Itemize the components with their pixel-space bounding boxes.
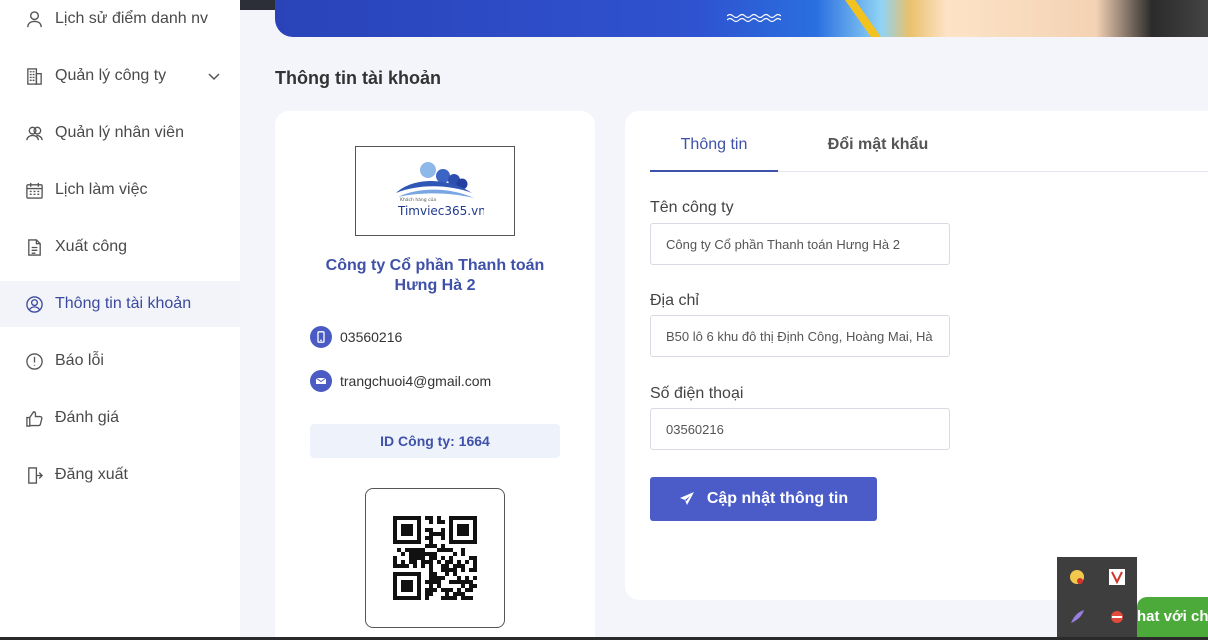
sidebar-item-label: Đánh giá (55, 409, 120, 426)
profile-card: Khách hàng của Timviec365.vn Công ty Cổ … (275, 111, 595, 640)
logout-icon (24, 465, 44, 485)
sidebar-item-report-error[interactable]: Báo lỗi (0, 338, 240, 384)
company-logo: Khách hàng của Timviec365.vn (355, 146, 515, 236)
sidebar-item-export-timesheet[interactable]: Xuất công (0, 224, 240, 270)
document-icon (24, 237, 44, 257)
history-user-icon (24, 9, 44, 29)
tray-app-yellow-icon[interactable] (1067, 567, 1087, 587)
email-row: trangchuoi4@gmail.com (310, 370, 491, 392)
system-tray-popup (1057, 557, 1137, 640)
phone-input[interactable] (650, 408, 950, 450)
page-title: Thông tin tài khoản (275, 68, 441, 88)
sidebar-item-employee-management[interactable]: Quản lý nhân viên (0, 110, 240, 156)
sidebar-item-work-schedule[interactable]: Lịch làm việc (0, 167, 240, 213)
mail-icon (310, 370, 332, 392)
sidebar-item-logout[interactable]: Đăng xuất (0, 452, 240, 498)
sidebar-item-attendance-history[interactable]: Lịch sử điểm danh nv (0, 0, 240, 42)
address-input[interactable] (650, 315, 950, 357)
account-info-card: Thông tin Đổi mật khẩu Tên công ty Địa c… (625, 111, 1208, 600)
sidebar-item-rating[interactable]: Đánh giá (0, 395, 240, 441)
logo-tagline: Khách hàng của (400, 196, 436, 203)
chevron-down-icon[interactable] (206, 68, 222, 84)
logo-text: Timviec365.vn (397, 204, 484, 218)
sidebar-item-label: Lịch làm việc (55, 181, 148, 198)
sidebar-item-label: Quản lý công ty (55, 67, 167, 84)
address-label: Địa chỉ (650, 292, 699, 309)
sidebar-item-company-management[interactable]: Quản lý công ty (0, 53, 240, 99)
alert-icon (24, 351, 44, 371)
wave-decoration-icon (727, 13, 781, 23)
sidebar-item-label: Lịch sử điểm danh nv (55, 10, 209, 27)
company-name-input[interactable] (650, 223, 950, 265)
chat-button[interactable]: hat với chú (1137, 597, 1208, 637)
tray-vietkey-icon[interactable] (1107, 567, 1127, 587)
building-icon (24, 66, 44, 86)
tab-info[interactable]: Thông tin (650, 111, 778, 172)
users-icon (24, 123, 44, 143)
phone-icon (310, 326, 332, 348)
send-icon (679, 492, 694, 505)
tray-feather-icon[interactable] (1067, 607, 1087, 627)
email-text: trangchuoi4@gmail.com (340, 373, 492, 389)
thumbs-up-icon (24, 408, 44, 428)
sidebar-item-label: Thông tin tài khoản (55, 295, 192, 312)
sidebar-item-label: Đăng xuất (55, 466, 128, 483)
sidebar-item-label: Quản lý nhân viên (55, 124, 184, 141)
company-id-badge: ID Công ty: 1664 (310, 424, 560, 458)
update-info-button[interactable]: Cập nhật thông tin (650, 477, 877, 521)
tab-change-password[interactable]: Đổi mật khẩu (808, 111, 948, 172)
qr-code-icon (393, 516, 477, 600)
phone-label: Số điện thoại (650, 385, 744, 402)
sidebar-item-label: Xuất công (55, 238, 128, 255)
update-info-label: Cập nhật thông tin (706, 490, 849, 507)
user-circle-icon (24, 294, 44, 314)
banner-stripe (845, 0, 881, 37)
tray-app-red-icon[interactable] (1107, 607, 1127, 627)
timviec365-logo-icon: Khách hàng của Timviec365.vn (396, 162, 484, 218)
sidebar-item-account-info[interactable]: Thông tin tài khoản (0, 281, 240, 327)
qr-code (365, 488, 505, 628)
phone-row: 03560216 (310, 326, 402, 348)
phone-text: 03560216 (340, 329, 403, 345)
header-banner (275, 0, 1208, 37)
sidebar: Lịch sử điểm danh nv Quản lý công ty Quả… (0, 0, 240, 640)
calendar-icon (24, 180, 44, 200)
tab-bar: Thông tin Đổi mật khẩu (650, 111, 1208, 172)
company-name: Công ty Cổ phần Thanh toán Hưng Hà 2 (325, 257, 545, 294)
sidebar-item-label: Báo lỗi (55, 352, 104, 369)
company-name-label: Tên công ty (650, 199, 734, 216)
